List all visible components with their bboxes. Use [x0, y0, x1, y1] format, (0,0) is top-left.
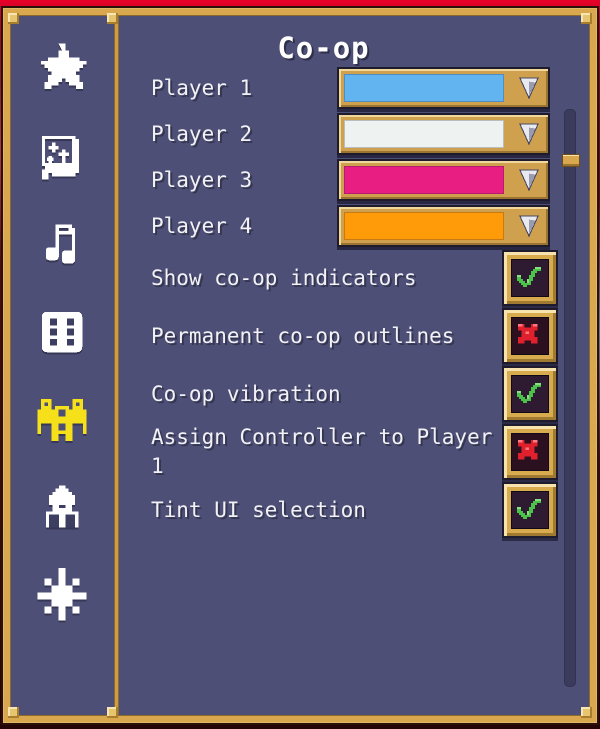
color-swatch: [344, 74, 504, 102]
toggle-label: Co-op vibration: [151, 381, 341, 406]
frame-corner-knob: [581, 707, 592, 718]
checkbox-inner: [511, 491, 549, 529]
color-swatch: [344, 212, 504, 240]
checkbox-inner: [511, 433, 549, 471]
player-label: Player 4: [151, 213, 253, 238]
toggle-label: Permanent co-op outlines: [151, 323, 455, 348]
chevron-down-icon: [518, 169, 540, 192]
player-color-dropdown[interactable]: [337, 159, 550, 201]
music-note-icon: [36, 217, 88, 271]
page-title: Co-op: [277, 31, 370, 65]
checkbox-inner: [511, 259, 549, 297]
vertical-scrollbar[interactable]: [562, 109, 580, 687]
color-swatch: [344, 166, 504, 194]
player-row: Player 1: [119, 65, 590, 111]
toggle-label: Tint UI selection: [151, 497, 366, 522]
checkbox-inner: [511, 375, 549, 413]
toggle-label: Show co-op indicators: [151, 265, 417, 290]
toggle-checkbox[interactable]: [502, 424, 558, 480]
player-row: Player 3: [119, 157, 590, 203]
toggle-row: Assign Controller to Player 1: [119, 423, 590, 481]
player-label: Player 2: [151, 121, 253, 146]
check-icon: [517, 267, 541, 287]
frame-corner-knob: [8, 707, 19, 718]
player-row: Player 2: [119, 111, 590, 157]
dice-icon: [35, 305, 89, 359]
frame-divider-knob: [107, 707, 118, 718]
sidebar-item-winter[interactable]: [30, 565, 94, 627]
color-swatch: [344, 120, 504, 148]
frame-corner-knob: [8, 13, 19, 24]
chevron-down-icon: [518, 77, 540, 100]
toggle-checkbox[interactable]: [502, 308, 558, 364]
sidebar-nav: [10, 15, 114, 716]
check-icon: [517, 499, 541, 519]
toggle-checkbox[interactable]: [502, 250, 558, 306]
toggle-checkbox[interactable]: [502, 482, 558, 538]
toggle-row: Permanent co-op outlines: [119, 307, 590, 365]
check-icon: [517, 383, 541, 403]
player-label: Player 3: [151, 167, 253, 192]
temple-icon: [36, 480, 88, 536]
sidebar-item-favorites[interactable]: [30, 37, 94, 99]
chevron-down-icon: [518, 123, 540, 146]
player-row: Player 4: [119, 203, 590, 249]
sidebar-item-cards[interactable]: [30, 125, 94, 187]
sidebar-item-coop[interactable]: [30, 389, 94, 451]
frame-corner-knob: [581, 13, 592, 24]
frame-divider-knob: [107, 13, 118, 24]
game-settings-screen: Co-op Player 1 Player 2 Player 3 Player …: [0, 0, 600, 729]
checkbox-inner: [511, 317, 549, 355]
people-group-icon: [33, 392, 91, 448]
cross-icon: [518, 440, 538, 460]
toggle-row: Show co-op indicators: [119, 249, 590, 307]
player-color-dropdown[interactable]: [337, 67, 550, 109]
chevron-down-icon: [518, 215, 540, 238]
settings-content: Co-op Player 1 Player 2 Player 3 Player …: [119, 15, 590, 716]
player-color-dropdown[interactable]: [337, 113, 550, 155]
star-icon: [34, 40, 90, 96]
toggle-row: Tint UI selection: [119, 481, 590, 539]
scrollbar-thumb[interactable]: [562, 154, 580, 168]
toggle-row: Co-op vibration: [119, 365, 590, 423]
toggle-label: Assign Controller to Player 1: [151, 425, 493, 478]
snowflake-icon: [34, 568, 90, 624]
card-sparkle-icon: [35, 129, 89, 183]
sidebar-item-gameplay[interactable]: [30, 301, 94, 363]
cross-icon: [518, 324, 538, 344]
toggle-checkbox[interactable]: [502, 366, 558, 422]
settings-panel: Co-op Player 1 Player 2 Player 3 Player …: [3, 8, 597, 723]
player-color-dropdown[interactable]: [337, 205, 550, 247]
sidebar-item-audio[interactable]: [30, 213, 94, 275]
sidebar-item-shrine[interactable]: [30, 477, 94, 539]
player-label: Player 1: [151, 75, 253, 100]
